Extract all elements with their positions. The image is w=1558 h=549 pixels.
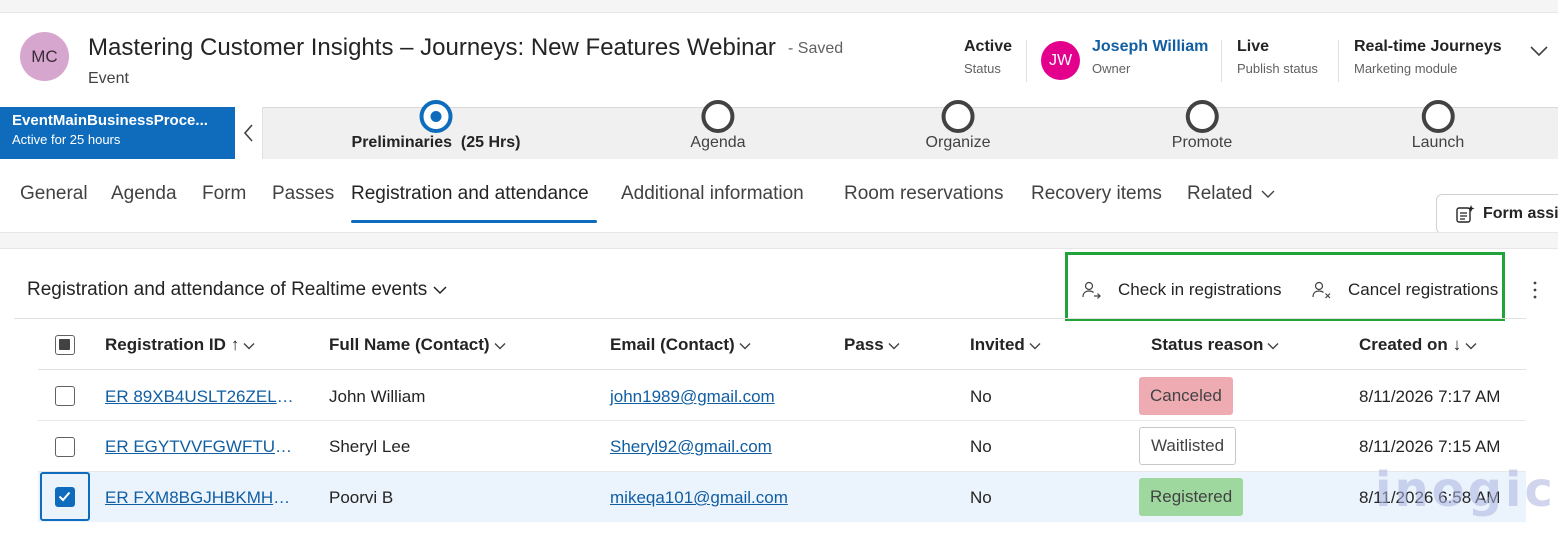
chevron-down-icon [739,342,751,350]
bpf-stage-launch[interactable]: Launch [1412,100,1464,152]
stage-circle-icon [1185,100,1219,133]
tab-recovery-items[interactable]: Recovery items [1031,183,1162,205]
column-header-full-name[interactable]: Full Name (Contact) [329,335,506,355]
chevron-left-icon [243,124,253,142]
bpf-stage-agenda[interactable]: Agenda [690,100,746,152]
bpf-stage-promote[interactable]: Promote [1172,100,1232,152]
selected-tab-indicator [351,220,597,223]
chevron-down-icon [1267,342,1279,350]
tab-additional-information[interactable]: Additional information [621,183,804,205]
column-header-created-on[interactable]: Created on ↓ [1359,335,1477,355]
form-assist-button[interactable]: Form assis [1436,194,1558,234]
chevron-down-icon [243,342,255,350]
column-header-pass[interactable]: Pass [844,335,900,355]
registration-id-link[interactable]: ER 89XB4USLT26ZEL8AL... [105,387,300,407]
owner-avatar[interactable]: JW [1041,41,1080,80]
row-checkbox-checked[interactable] [55,487,75,507]
check-in-registrations-button[interactable]: Check in registrations [1082,280,1281,300]
entity-name: Event [88,70,129,87]
bpf-stage-preliminaries[interactable]: Preliminaries (25 Hrs) [352,100,520,152]
checkmark-icon [58,491,71,502]
tab-related[interactable]: Related [1187,183,1275,205]
owner-link[interactable]: Joseph William [1092,38,1208,56]
header-publish-status: Live Publish status [1237,38,1318,76]
email-link[interactable]: john1989@gmail.com [610,387,775,407]
stage-circle-icon [1421,100,1455,133]
sort-descending-icon: ↓ [1452,335,1462,354]
invited-cell: No [970,387,992,406]
brand-watermark: inogic [1375,462,1556,518]
subgrid-view-selector[interactable]: Registration and attendance of Realtime … [27,279,447,301]
column-header-invited[interactable]: Invited [970,335,1041,355]
stage-circle-icon [701,100,735,133]
header-owner[interactable]: Joseph William Owner [1092,38,1208,76]
tab-general[interactable]: General [20,183,88,205]
invited-cell: No [970,437,992,456]
row-checkbox[interactable] [55,386,75,406]
tab-registration-and-attendance[interactable]: Registration and attendance [351,183,589,205]
person-arrow-icon [1082,281,1101,299]
select-all-checkbox[interactable] [55,335,75,355]
row-checkbox[interactable] [55,437,75,457]
bpf-active-process[interactable]: EventMainBusinessProce... Active for 25 … [0,107,235,159]
column-header-registration-id[interactable]: Registration ID ↑ [105,335,255,355]
chevron-down-icon [1261,190,1274,198]
chevron-down-icon [433,286,447,295]
tab-form[interactable]: Form [202,183,246,205]
tab-room-reservations[interactable]: Room reservations [844,183,1003,205]
status-badge: Canceled [1139,377,1233,415]
status-badge: Waitlisted [1139,427,1237,465]
page-title: Mastering Customer Insights – Journeys: … [88,34,776,61]
bpf-stage-organize[interactable]: Organize [926,100,990,152]
full-name-cell: Sheryl Lee [329,437,411,456]
tab-passes[interactable]: Passes [272,183,334,205]
header-marketing-module: Real-time Journeys Marketing module [1354,38,1502,76]
column-header-email[interactable]: Email (Contact) [610,335,751,355]
email-link[interactable]: Sheryl92@gmail.com [610,437,772,457]
stage-active-circle-icon [419,100,453,133]
created-on-cell: 8/11/2026 7:15 AM [1359,437,1501,456]
full-name-cell: John William [329,387,426,406]
chevron-down-icon [1465,342,1477,350]
status-badge: Registered [1139,478,1244,516]
save-status: - Saved [788,40,844,57]
record-avatar: MC [20,32,69,81]
chevron-down-icon [494,342,506,350]
registration-id-link[interactable]: ER FXM8BGJHBKMHERL... [105,488,300,508]
header-divider [1026,40,1027,82]
stage-circle-icon [941,100,975,133]
chevron-down-icon [888,342,900,350]
grid-divider [14,318,1526,319]
top-strip [0,0,1558,13]
form-assist-icon [1456,205,1475,223]
full-name-cell: Poorvi B [329,488,394,507]
more-commands-icon[interactable] [1527,279,1543,301]
email-link[interactable]: mikeqa101@gmail.com [610,488,788,508]
header-expand-chevron-icon[interactable] [1528,40,1550,62]
cancel-registrations-button[interactable]: Cancel registrations [1312,280,1498,300]
bpf-previous-button[interactable] [235,107,263,159]
registration-id-link[interactable]: ER EGYTVVFGWFTUEHG... [105,437,300,457]
section-separator [0,232,1558,249]
chevron-down-icon [1029,342,1041,350]
sort-ascending-icon: ↑ [230,335,240,354]
created-on-cell: 8/11/2026 7:17 AM [1359,387,1501,406]
tab-agenda[interactable]: Agenda [111,183,177,205]
header-divider [1338,40,1339,82]
invited-cell: No [970,488,992,507]
header-status: Active Status [964,38,1013,76]
person-cancel-icon [1312,281,1331,299]
column-header-status-reason[interactable]: Status reason [1151,335,1279,355]
header-divider [1221,40,1222,82]
